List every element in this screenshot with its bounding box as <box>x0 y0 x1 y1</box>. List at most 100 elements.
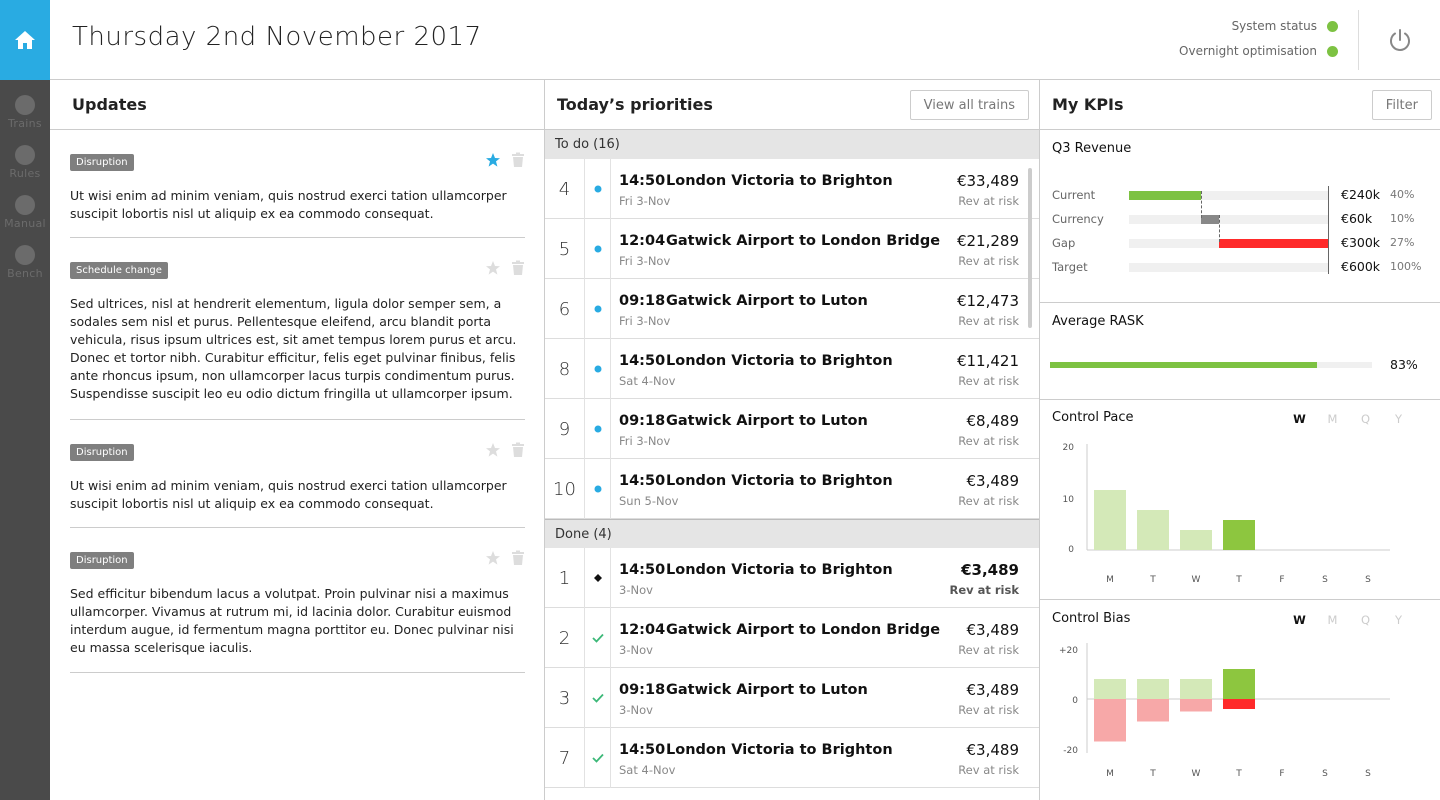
train-row[interactable]: 10 14:50 London Victoria to Brighton Sun 5-… <box>545 459 1039 519</box>
row-time: 14:50 <box>619 562 666 578</box>
trash-icon[interactable] <box>511 550 525 566</box>
update-text: Ut wisi enim ad minim veniam, quis nostr… <box>70 188 507 221</box>
star-icon[interactable] <box>485 152 501 168</box>
revenue-row-value: €240k <box>1341 187 1381 202</box>
bias-bar-positive <box>1223 669 1255 699</box>
row-status <box>585 668 611 728</box>
priorities-panel: Today’s priorities View all trains To do… <box>545 80 1040 800</box>
row-time: 09:18 <box>619 682 666 698</box>
x-tick-label: T <box>1235 769 1242 779</box>
revenue-row-label: Currency <box>1052 212 1104 226</box>
status-label: Overnight optimisation <box>1179 44 1317 58</box>
tab-quarter[interactable]: Q <box>1349 412 1382 426</box>
train-row[interactable]: 2 12:04 Gatwick Airport to London Bridge 3-… <box>545 608 1039 668</box>
y-tick-label: +20 <box>1059 646 1078 656</box>
row-risk-label: Rev at risk <box>958 643 1019 657</box>
update-text: Sed ultrices, nisl at hendrerit elementu… <box>70 296 517 401</box>
diamond-icon <box>593 574 602 582</box>
x-tick-label: F <box>1279 769 1284 779</box>
trash-icon[interactable] <box>511 260 525 276</box>
bias-bar-negative <box>1223 699 1255 709</box>
row-route: Gatwick Airport to Luton <box>666 682 868 698</box>
row-rank: 2 <box>545 608 585 668</box>
pending-dot-icon <box>594 185 601 193</box>
train-row[interactable]: 9 09:18 Gatwick Airport to Luton Fri 3-Nov €… <box>545 399 1039 459</box>
train-row[interactable]: 7 14:50 London Victoria to Brighton Sat 4-N… <box>545 728 1039 788</box>
row-risk-label: Rev at risk <box>958 703 1019 717</box>
row-rank: 8 <box>545 339 585 399</box>
row-route: Gatwick Airport to London Bridge <box>666 622 941 638</box>
row-risk-label: Rev at risk <box>958 254 1019 268</box>
x-tick-label: T <box>1149 769 1156 779</box>
update-tag: Disruption <box>70 552 134 569</box>
rask-fill <box>1050 362 1318 368</box>
row-risk-label: Rev at risk <box>958 494 1019 508</box>
train-row[interactable]: 8 14:50 London Victoria to Brighton Sat 4-N… <box>545 339 1039 399</box>
done-section-header[interactable]: Done (4) <box>545 519 1039 548</box>
average-rask-title: Average RASK <box>1052 314 1144 329</box>
revenue-row-percent: 10% <box>1390 212 1415 225</box>
row-route: London Victoria to Brighton <box>666 173 893 189</box>
trash-icon[interactable] <box>511 442 525 458</box>
row-date: Fri 3-Nov <box>619 434 671 448</box>
tab-week[interactable]: W <box>1283 412 1316 426</box>
view-all-trains-button[interactable]: View all trains <box>909 90 1029 120</box>
train-row[interactable]: 1 14:50 London Victoria to Brighton 3-Nov €3… <box>545 548 1039 608</box>
train-row[interactable]: 3 09:18 Gatwick Airport to Luton 3-Nov €3,48… <box>545 668 1039 728</box>
control-pace-chart: 20 10 0 M T W T F S S <box>1063 443 1390 585</box>
row-risk-label: Rev at risk <box>958 763 1019 777</box>
pending-dot-icon <box>594 245 601 253</box>
row-amount: €3,489 <box>961 561 1019 579</box>
rask-value: 83% <box>1390 357 1418 372</box>
row-route: Gatwick Airport to Luton <box>666 413 868 429</box>
revenue-fill <box>1129 191 1201 200</box>
q3-revenue-card: Q3 Revenue Current €240k 40% Currency €60k 10… <box>1040 130 1440 303</box>
x-tick-label: T <box>1235 575 1242 585</box>
star-icon[interactable] <box>485 260 501 276</box>
system-status: System status <box>1232 19 1338 33</box>
revenue-track <box>1129 191 1328 200</box>
row-date: 3-Nov <box>619 643 653 657</box>
row-status <box>585 548 611 608</box>
row-status <box>585 399 611 459</box>
row-rank: 10 <box>545 459 585 519</box>
revenue-connector <box>1200 191 1202 218</box>
tab-year[interactable]: Y <box>1382 412 1415 426</box>
home-button[interactable] <box>0 0 50 80</box>
update-tag: Schedule change <box>70 262 168 279</box>
row-status <box>585 279 611 339</box>
star-icon[interactable] <box>485 550 501 566</box>
train-row[interactable]: 6 09:18 Gatwick Airport to Luton Fri 3-Nov €… <box>545 279 1039 339</box>
y-tick-label: 0 <box>1072 696 1078 706</box>
sidebar-item-trains[interactable]: Trains <box>0 95 50 130</box>
train-row[interactable]: 5 12:04 Gatwick Airport to London Bridge Fr… <box>545 219 1039 279</box>
row-status <box>585 159 611 219</box>
sidebar-item-label: Bench <box>7 267 43 280</box>
star-icon[interactable] <box>485 442 501 458</box>
tab-month[interactable]: M <box>1316 412 1349 426</box>
sidebar-item-manual[interactable]: Manual <box>0 195 50 230</box>
sidebar-item-rules[interactable]: Rules <box>0 145 50 180</box>
page-title: Thursday 2nd November 2017 <box>72 22 482 52</box>
pace-bar <box>1223 520 1255 550</box>
update-actions <box>485 550 525 566</box>
row-route: London Victoria to Brighton <box>666 562 893 578</box>
revenue-row-percent: 100% <box>1390 260 1422 273</box>
train-row[interactable]: 4 14:50 London Victoria to Brighton Fri 3-N… <box>545 159 1039 219</box>
row-time: 14:50 <box>619 742 666 758</box>
filter-button[interactable]: Filter <box>1371 90 1432 120</box>
row-amount: €3,489 <box>966 472 1020 490</box>
row-time: 09:18 <box>619 293 666 309</box>
update-card: Disruption Ut wisi enim ad minim veniam,… <box>70 440 525 528</box>
update-tag: Disruption <box>70 444 134 461</box>
todo-section-header[interactable]: To do (16) <box>545 130 1039 159</box>
sidebar-item-bench[interactable]: Bench <box>0 245 50 280</box>
row-status <box>585 608 611 668</box>
pace-bar <box>1180 530 1212 550</box>
pending-dot-icon <box>594 425 601 433</box>
trash-icon[interactable] <box>511 152 525 168</box>
row-route: London Victoria to Brighton <box>666 353 893 369</box>
power-icon[interactable] <box>1386 26 1414 54</box>
scrollbar[interactable] <box>1028 168 1032 328</box>
row-date: Fri 3-Nov <box>619 314 671 328</box>
